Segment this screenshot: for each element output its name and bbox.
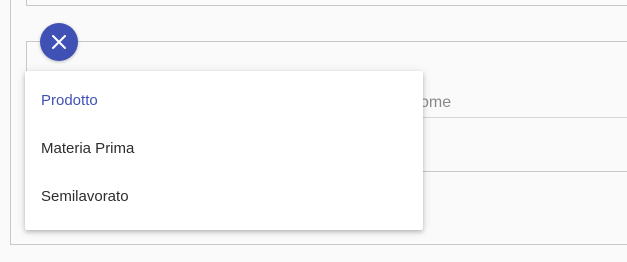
close-icon	[52, 35, 66, 49]
upper-field-box	[26, 0, 627, 6]
name-field[interactable]: ome	[420, 90, 627, 118]
form-page: ome Prodotto Materia Prima Semilavorato	[0, 0, 627, 262]
type-select-menu: Prodotto Materia Prima Semilavorato	[25, 71, 423, 230]
name-field-placeholder: ome	[420, 94, 452, 111]
menu-option-materia-prima[interactable]: Materia Prima	[25, 125, 423, 173]
menu-option-semilavorato[interactable]: Semilavorato	[25, 173, 423, 221]
close-button[interactable]	[40, 23, 78, 61]
menu-option-prodotto[interactable]: Prodotto	[25, 77, 423, 125]
